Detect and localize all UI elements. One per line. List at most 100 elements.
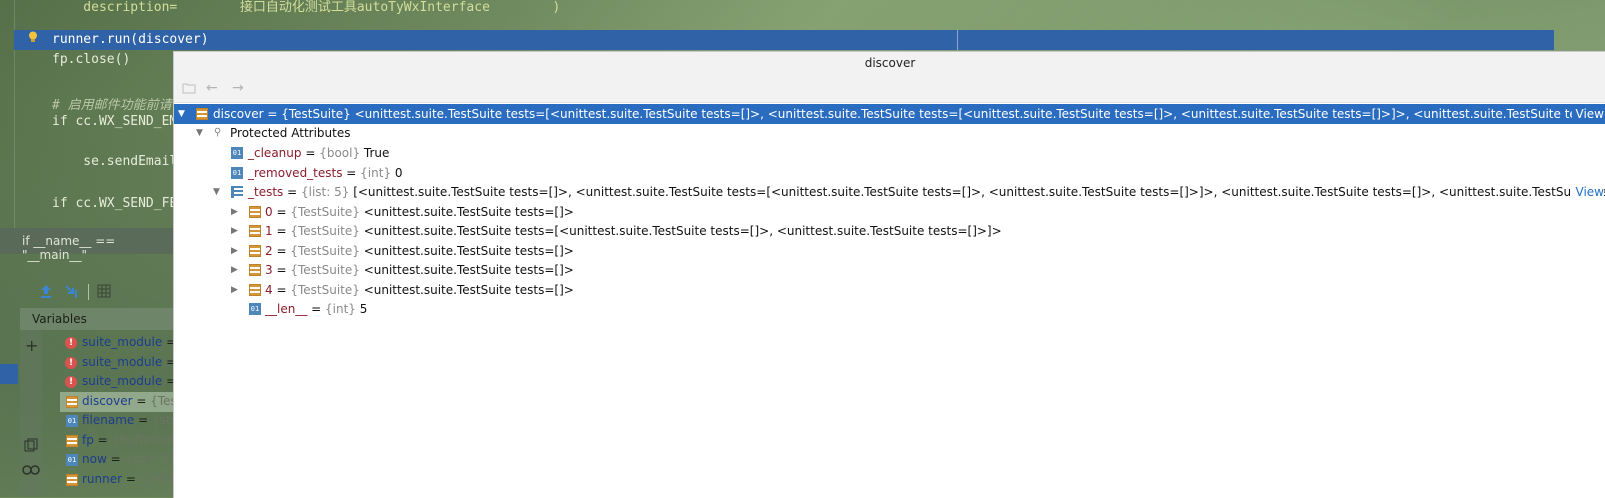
variable-type: {str} xyxy=(152,413,173,427)
primitive-icon: 01 xyxy=(66,454,78,466)
node-eq: = xyxy=(272,224,291,238)
variable-name: fp xyxy=(82,433,94,447)
variable-row[interactable]: ! suite_module = xyxy=(60,372,173,392)
variable-name: suite_module xyxy=(82,335,163,349)
variable-row[interactable]: ▶runner = {HTML xyxy=(60,470,173,490)
struct-icon xyxy=(196,108,208,120)
tree-row[interactable]: 01 __len__ = {int} 5 xyxy=(174,299,1605,319)
tree-row-group[interactable]: ▼ ⚲ Protected Attributes xyxy=(174,123,1605,143)
toolbar-divider xyxy=(88,284,89,300)
code-line-current: runner.run(discover) xyxy=(52,32,209,47)
code-line: if cc.WX_SEND_EM xyxy=(52,114,177,129)
variables-side-toolbar: + xyxy=(20,330,42,497)
node-name: __len__ xyxy=(265,302,308,316)
debugger-toolbar xyxy=(0,280,173,304)
variable-row[interactable]: 01 now = {str} '202 xyxy=(60,450,173,470)
step-out-icon[interactable] xyxy=(38,283,54,299)
tree-row[interactable]: ▶ 3 = {TestSuite} <unittest.suite.TestSu… xyxy=(174,260,1605,280)
expand-arrow-icon[interactable]: ▶ xyxy=(231,260,238,280)
popup-title[interactable]: discover xyxy=(174,52,1605,74)
forward-arrow-icon[interactable]: → xyxy=(232,80,244,96)
tree-row[interactable]: 01 _removed_tests = {int} 0 xyxy=(174,163,1605,183)
node-name: 1 xyxy=(265,224,273,238)
variable-eq: = xyxy=(166,335,173,349)
collapse-arrow-icon[interactable]: ▼ xyxy=(178,104,185,124)
node-name: discover xyxy=(213,107,264,121)
node-value: <unittest.suite.TestSuite tests=[<unitte… xyxy=(359,224,1002,238)
collapse-arrow-icon[interactable]: ▼ xyxy=(213,182,220,202)
code-text: fp.close() xyxy=(52,52,131,67)
node-type: {list: 5} xyxy=(300,185,350,199)
variable-name: filename xyxy=(82,413,135,427)
add-watch-icon[interactable]: + xyxy=(25,336,38,355)
expand-arrow-icon[interactable]: ▶ xyxy=(231,241,238,261)
glasses-icon[interactable] xyxy=(22,464,40,476)
copy-icon[interactable] xyxy=(24,438,38,452)
node-type: {TestSuite} xyxy=(281,107,351,121)
node-value: 0 xyxy=(391,166,403,180)
variables-tab[interactable]: Variables xyxy=(20,308,173,330)
selection-indicator xyxy=(0,364,18,384)
tree-row[interactable]: ▶ 0 = {TestSuite} <unittest.suite.TestSu… xyxy=(174,202,1605,222)
expand-arrow-icon[interactable]: ▶ xyxy=(231,280,238,300)
editor-breadcrumb-bar: if __name__ == "__main__" xyxy=(0,228,173,262)
variable-type: {Test xyxy=(150,394,173,408)
expand-arrow-icon[interactable]: ▶ xyxy=(231,202,238,222)
view-link[interactable]: View xyxy=(1571,182,1604,202)
node-name: _removed_tests xyxy=(248,166,343,180)
variable-row[interactable]: ▶fp = {BufferedW xyxy=(60,431,173,451)
variables-tab-label: Variables xyxy=(32,312,87,326)
variable-row-selected[interactable]: ▶discover = {Test xyxy=(60,392,173,412)
popup-toolbar: ← → xyxy=(174,74,1605,103)
node-name: 4 xyxy=(265,283,273,297)
collapse-arrow-icon[interactable]: ▼ xyxy=(196,123,203,143)
tree-row[interactable]: ▶ 1 = {TestSuite} <unittest.suite.TestSu… xyxy=(174,221,1605,241)
node-eq: = xyxy=(272,205,291,219)
variable-row[interactable]: 01 filename = {str} xyxy=(60,411,173,431)
variable-eq: = xyxy=(166,355,173,369)
run-to-cursor-icon[interactable] xyxy=(64,283,80,299)
expand-arrow-icon[interactable]: ▶ xyxy=(231,221,238,241)
primitive-icon: 01 xyxy=(249,303,261,315)
node-name: 3 xyxy=(265,263,273,277)
code-text: se.sendEmail xyxy=(52,154,178,169)
tree-row[interactable]: ▶ 2 = {TestSuite} <unittest.suite.TestSu… xyxy=(174,241,1605,261)
list-icon xyxy=(231,186,243,198)
code-text: runner.run(discover) xyxy=(52,32,209,47)
variable-type: {HTML xyxy=(139,472,173,486)
code-text: if cc.WX_SEND_EM xyxy=(52,114,178,129)
primitive-icon: 01 xyxy=(66,415,78,427)
struct-icon xyxy=(66,474,78,486)
value-viewer-popup: discover ← → ▼ discover = {TestSuite} <u… xyxy=(173,51,1605,498)
view-link[interactable]: View xyxy=(1571,104,1604,124)
node-type: {int} xyxy=(325,302,356,316)
struct-icon xyxy=(249,225,261,237)
node-name: 2 xyxy=(265,244,273,258)
key-icon: ⚲ xyxy=(214,127,222,138)
primitive-icon: 01 xyxy=(231,147,243,159)
tree-row[interactable]: 01 _cleanup = {bool} True xyxy=(174,143,1605,163)
variable-eq: = xyxy=(106,452,125,466)
variable-name: discover xyxy=(82,394,133,408)
node-name: _cleanup xyxy=(248,146,302,160)
tree-row[interactable]: ▶ 4 = {TestSuite} <unittest.suite.TestSu… xyxy=(174,280,1605,300)
breadcrumb[interactable]: if __name__ == "__main__" xyxy=(22,234,173,262)
primitive-icon: 01 xyxy=(231,167,243,179)
struct-icon xyxy=(249,206,261,218)
error-icon: ! xyxy=(65,337,77,349)
evaluate-expression-icon[interactable] xyxy=(97,284,111,298)
lightbulb-icon[interactable] xyxy=(28,31,38,43)
node-name: 0 xyxy=(265,205,273,219)
node-type: {TestSuite} xyxy=(290,224,360,238)
variable-row[interactable]: ! suite_module = xyxy=(60,353,173,373)
node-type: {TestSuite} xyxy=(290,283,360,297)
node-type: {bool} xyxy=(319,146,361,160)
variable-row[interactable]: ! suite_module = xyxy=(60,333,173,353)
tree-row[interactable]: ▼ _tests = {list: 5} [<unittest.suite.Te… xyxy=(174,182,1605,202)
folder-icon[interactable] xyxy=(182,82,196,94)
variable-eq: = xyxy=(166,374,173,388)
back-arrow-icon[interactable]: ← xyxy=(206,80,218,96)
tree-row-root[interactable]: ▼ discover = {TestSuite} <unittest.suite… xyxy=(174,104,1605,124)
struct-icon xyxy=(66,435,78,447)
node-eq: = xyxy=(272,283,291,297)
